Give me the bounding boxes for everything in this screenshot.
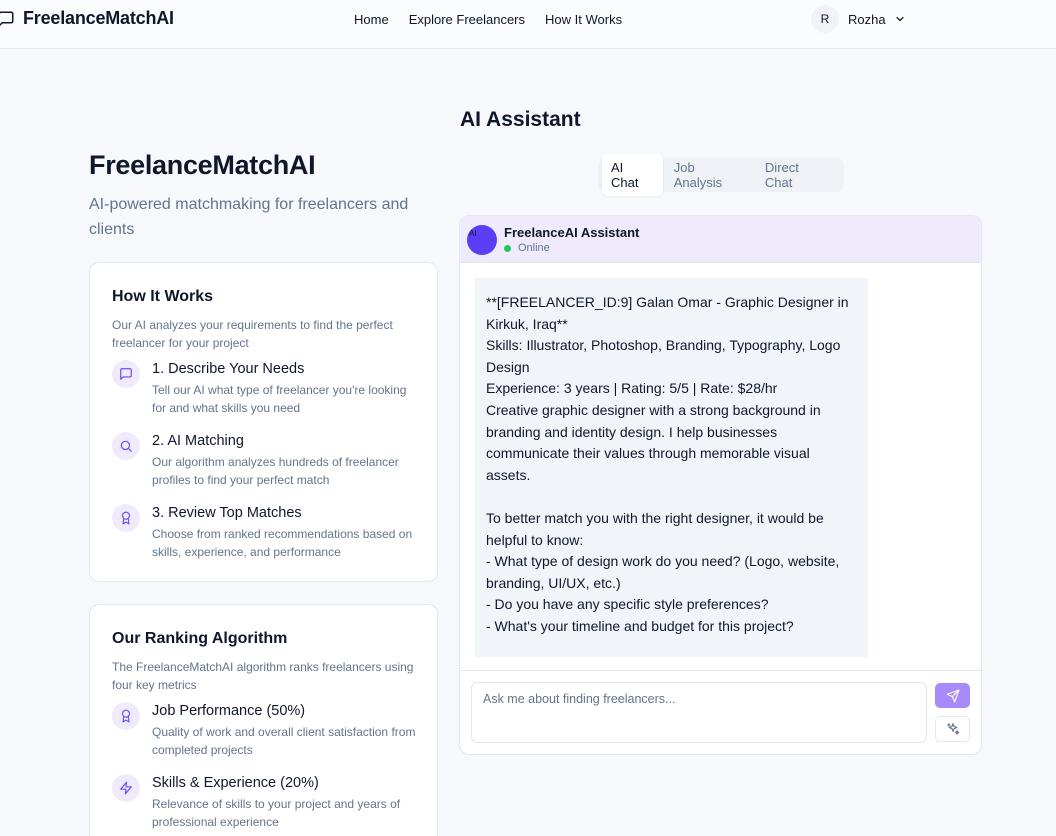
step-description: Our algorithm analyzes hundreds of freel… (152, 455, 399, 487)
brand-name: FreelanceMatchAI (23, 8, 174, 28)
send-button[interactable] (935, 683, 970, 708)
message-line: - Do you have any specific style prefere… (486, 596, 769, 613)
step-title: 3. Review Top Matches (152, 505, 302, 521)
chat-input[interactable] (471, 682, 927, 743)
message-line: communicate their values through memorab… (486, 445, 810, 462)
metric-item: Skills & Experience (20%) Relevance of s… (112, 774, 422, 831)
chat-header: AI FreelanceAI Assistant Online (460, 216, 981, 263)
message-line: Experience: 3 years | Rating: 5/5 | Rate… (486, 380, 778, 397)
step-title: 2. AI Matching (152, 433, 244, 449)
metric-item: Job Performance (50%) Quality of work an… (112, 702, 422, 759)
ai-suggest-button[interactable] (935, 716, 970, 742)
message-square-icon (0, 11, 14, 26)
message-line: assets. (486, 466, 531, 483)
message-line: To better match you with the right desig… (486, 509, 824, 526)
award-icon (112, 504, 140, 532)
search-icon (112, 432, 140, 460)
nav-home-link[interactable]: Home (354, 12, 389, 27)
metric-description: Quality of work and overall client satis… (152, 725, 416, 757)
chat-panel: AI FreelanceAI Assistant Online **[FREEL… (459, 215, 982, 755)
message-line (486, 486, 858, 508)
message-line: branding, UI/UX, etc.) (486, 574, 621, 591)
chevron-down-icon (895, 16, 904, 22)
message-line: Design (486, 358, 530, 375)
card-description: The FreelanceMatchAI algorithm ranks fre… (112, 660, 414, 692)
metric-title: Skills & Experience (20%) (152, 775, 319, 791)
avatar: R (811, 5, 839, 33)
zap-icon (112, 774, 140, 802)
user-name: Rozha (848, 11, 886, 27)
page-subtitle: AI-powered matchmaking for freelancers a… (89, 196, 409, 238)
bot-name: FreelanceAI Assistant (504, 225, 640, 240)
main-nav: Home Explore Freelancers How It Works (354, 12, 642, 27)
step-item: 2. AI Matching Our algorithm analyzes hu… (112, 432, 422, 489)
bot-avatar: AI (467, 225, 497, 255)
how-it-works-card: How It Works Our AI analyzes your requir… (89, 262, 438, 582)
page-title: FreelanceMatchAI (89, 150, 316, 180)
nav-explore-link[interactable]: Explore Freelancers (409, 12, 525, 27)
tab-direct-chat[interactable]: Direct Chat (756, 154, 838, 196)
message-line: branding and identity design. I help bus… (486, 423, 778, 440)
online-status-dot (504, 245, 511, 252)
step-description: Choose from ranked recommendations based… (152, 527, 413, 559)
brand-logo[interactable]: FreelanceMatchAI (0, 8, 174, 29)
step-item: 1. Describe Your Needs Tell our AI what … (112, 360, 422, 417)
assistant-title: AI Assistant (460, 108, 581, 131)
award-icon (112, 702, 140, 730)
message-square-icon (112, 360, 140, 388)
step-title: 1. Describe Your Needs (152, 361, 305, 377)
message-line: Creative graphic designer with a strong … (486, 401, 821, 418)
message-line: **[FREELANCER_ID:9] Galan Omar - Graphic… (486, 294, 849, 310)
message-line: Kirkuk, Iraq** (486, 315, 568, 332)
status-text: Online (518, 242, 550, 254)
step-description: Tell our AI what type of freelancer you'… (152, 383, 407, 415)
card-title: How It Works (112, 288, 214, 305)
message-line: - What's your timeline and budget for th… (486, 617, 794, 634)
card-title: Our Ranking Algorithm (112, 630, 288, 647)
metric-title: Job Performance (50%) (152, 703, 306, 719)
assistant-tabs: AI Chat Job Analysis Direct Chat (598, 154, 844, 196)
user-menu[interactable]: R Rozha (811, 5, 906, 33)
metric-description: Relevance of skills to your project and … (152, 797, 401, 829)
nav-how-it-works-link[interactable]: How It Works (545, 12, 622, 27)
tab-ai-chat[interactable]: AI Chat (602, 154, 663, 196)
top-navbar: FreelanceMatchAI Home Explore Freelancer… (0, 0, 1056, 49)
step-item: 3. Review Top Matches Choose from ranked… (112, 504, 422, 561)
send-icon (946, 689, 959, 702)
tab-job-analysis[interactable]: Job Analysis (665, 154, 754, 196)
ranking-algorithm-card: Our Ranking Algorithm The FreelanceMatch… (89, 604, 438, 836)
message-line: - What type of design work do you need? … (486, 553, 840, 570)
divider (460, 670, 981, 671)
sparkles-icon (946, 723, 959, 735)
assistant-message: **[FREELANCER_ID:9] Galan Omar - Graphic… (475, 278, 868, 657)
card-description: Our AI analyzes your requirements to fin… (112, 318, 393, 350)
message-line: helpful to know: (486, 531, 584, 548)
message-line: Skills: Illustrator, Photoshop, Branding… (486, 337, 841, 354)
